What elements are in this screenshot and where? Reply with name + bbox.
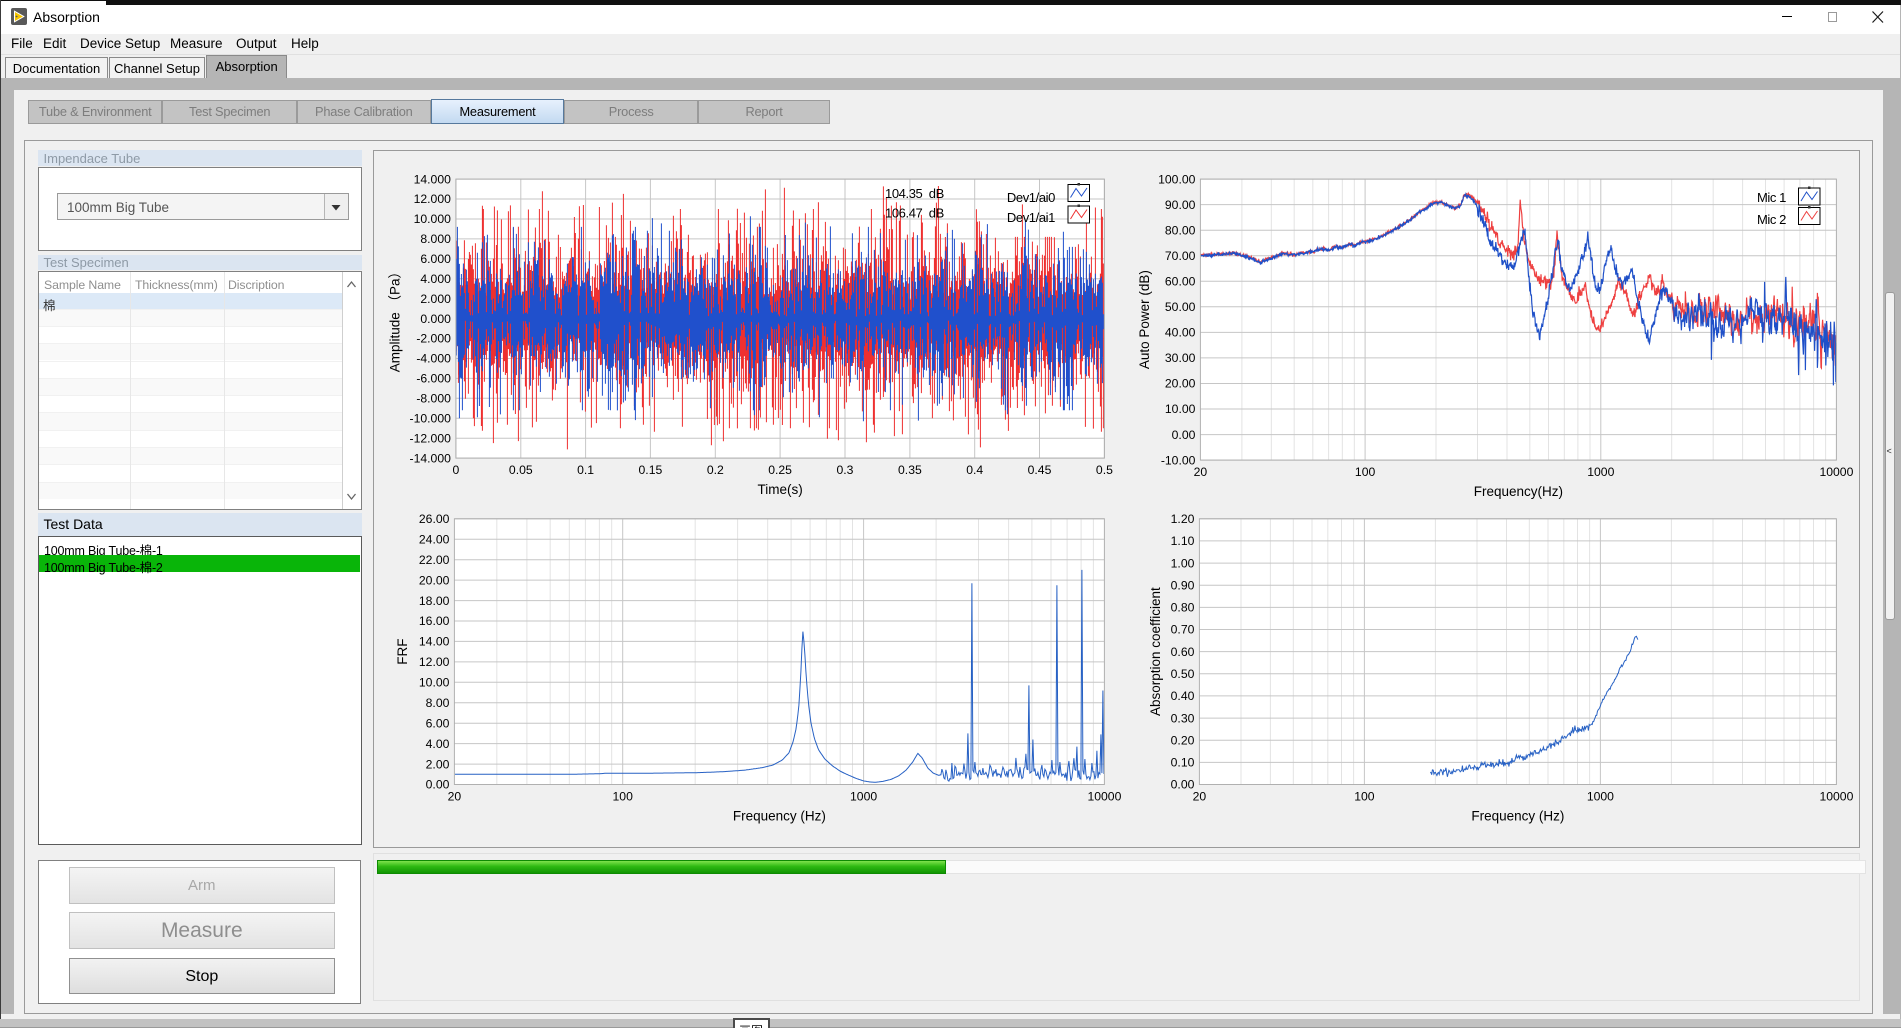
svg-text:0.10: 0.10 — [1170, 756, 1194, 770]
svg-text:20: 20 — [1192, 790, 1206, 804]
svg-text:100: 100 — [612, 790, 633, 804]
svg-text:Dev1/ai0: Dev1/ai0 — [1006, 190, 1054, 205]
svg-text:10.000: 10.000 — [413, 213, 450, 227]
svg-text:0.05: 0.05 — [509, 463, 533, 477]
svg-text:20.00: 20.00 — [1164, 377, 1195, 391]
svg-text:1.20: 1.20 — [1170, 512, 1194, 526]
svg-text:0.00: 0.00 — [425, 778, 449, 792]
svg-text:100.00: 100.00 — [1158, 173, 1195, 187]
svg-text:2.00: 2.00 — [425, 758, 449, 772]
svg-text:0.000: 0.000 — [420, 312, 451, 326]
svg-text:90.00: 90.00 — [1164, 198, 1195, 212]
svg-text:100: 100 — [1355, 465, 1376, 479]
svg-text:Dev1/ai1: Dev1/ai1 — [1006, 210, 1054, 225]
svg-text:80.00: 80.00 — [1164, 224, 1195, 238]
svg-text:0.70: 0.70 — [1170, 623, 1194, 637]
svg-text:0.00: 0.00 — [1170, 778, 1194, 792]
svg-text:60.00: 60.00 — [1164, 275, 1195, 289]
svg-text:70.00: 70.00 — [1164, 249, 1195, 263]
svg-text:1000: 1000 — [1587, 465, 1614, 479]
svg-text:0.80: 0.80 — [1170, 601, 1194, 615]
svg-text:12.000: 12.000 — [413, 193, 450, 207]
svg-text:0.30: 0.30 — [1170, 712, 1194, 726]
svg-text:4.00: 4.00 — [425, 737, 449, 751]
svg-text:1.10: 1.10 — [1170, 534, 1194, 548]
svg-text:6.00: 6.00 — [425, 717, 449, 731]
svg-text:16.00: 16.00 — [418, 615, 449, 629]
svg-text:26.00: 26.00 — [418, 512, 449, 526]
svg-text:20: 20 — [447, 790, 461, 804]
svg-text:100: 100 — [1354, 790, 1375, 804]
svg-text:2.000: 2.000 — [420, 292, 451, 306]
svg-text:1.00: 1.00 — [1170, 557, 1194, 571]
svg-text:0.2: 0.2 — [706, 463, 723, 477]
svg-text:Frequency (Hz): Frequency (Hz) — [732, 809, 825, 824]
svg-text:0.35: 0.35 — [898, 463, 922, 477]
svg-text:0.60: 0.60 — [1170, 645, 1194, 659]
svg-text:6.000: 6.000 — [420, 252, 451, 266]
svg-text:106.47 dB: 106.47 dB — [885, 206, 944, 221]
svg-text:0.5: 0.5 — [1096, 463, 1113, 477]
svg-text:10000: 10000 — [1819, 790, 1853, 804]
svg-text:-12.000: -12.000 — [409, 432, 451, 446]
svg-text:24.00: 24.00 — [418, 533, 449, 547]
svg-text:20.00: 20.00 — [418, 574, 449, 588]
svg-text:18.00: 18.00 — [418, 594, 449, 608]
svg-text:10000: 10000 — [1087, 790, 1121, 804]
svg-text:0.15: 0.15 — [638, 463, 662, 477]
svg-text:0.45: 0.45 — [1027, 463, 1051, 477]
svg-text:FRF: FRF — [395, 639, 410, 665]
svg-text:14.00: 14.00 — [418, 635, 449, 649]
svg-text:50.00: 50.00 — [1164, 300, 1195, 314]
svg-text:Auto Power (dB): Auto Power (dB) — [1137, 270, 1152, 369]
svg-text:10.00: 10.00 — [418, 676, 449, 690]
svg-text:4.000: 4.000 — [420, 272, 451, 286]
svg-text:0: 0 — [452, 463, 459, 477]
svg-text:10000: 10000 — [1819, 465, 1853, 479]
svg-text:1000: 1000 — [850, 790, 877, 804]
svg-text:Mic 2: Mic 2 — [1757, 212, 1786, 227]
svg-text:0.25: 0.25 — [768, 463, 792, 477]
svg-text:1000: 1000 — [1586, 790, 1613, 804]
svg-text:-10.00: -10.00 — [1160, 454, 1195, 468]
svg-text:0.90: 0.90 — [1170, 579, 1194, 593]
svg-text:Frequency (Hz): Frequency (Hz) — [1471, 809, 1564, 824]
svg-text:Frequency(Hz): Frequency(Hz) — [1473, 484, 1562, 499]
svg-text:-8.000: -8.000 — [416, 392, 451, 406]
svg-text:30.00: 30.00 — [1164, 351, 1195, 365]
svg-text:Absorption coefficient: Absorption coefficient — [1148, 587, 1163, 716]
svg-text:8.00: 8.00 — [425, 696, 449, 710]
svg-text:0.1: 0.1 — [577, 463, 594, 477]
svg-text:14.000: 14.000 — [413, 173, 450, 187]
svg-text:0.3: 0.3 — [836, 463, 853, 477]
svg-text:0.00: 0.00 — [1171, 428, 1195, 442]
svg-text:Mic 1: Mic 1 — [1757, 190, 1786, 205]
svg-text:22.00: 22.00 — [418, 553, 449, 567]
svg-text:40.00: 40.00 — [1164, 326, 1195, 340]
svg-text:-10.000: -10.000 — [409, 412, 451, 426]
svg-text:8.000: 8.000 — [420, 232, 451, 246]
svg-text:-2.000: -2.000 — [416, 332, 451, 346]
svg-text:0.40: 0.40 — [1170, 689, 1194, 703]
svg-text:10.00: 10.00 — [1164, 403, 1195, 417]
svg-text:Time(s): Time(s) — [757, 482, 802, 497]
svg-text:0.4: 0.4 — [966, 463, 983, 477]
svg-text:0.50: 0.50 — [1170, 667, 1194, 681]
svg-text:Amplitude （Pa）: Amplitude （Pa） — [387, 265, 402, 372]
svg-text:0.20: 0.20 — [1170, 734, 1194, 748]
svg-text:20: 20 — [1193, 465, 1207, 479]
svg-text:-14.000: -14.000 — [409, 452, 451, 466]
svg-text:-4.000: -4.000 — [416, 352, 451, 366]
svg-text:-6.000: -6.000 — [416, 372, 451, 386]
svg-text:104.35 dB: 104.35 dB — [885, 186, 944, 201]
svg-text:12.00: 12.00 — [418, 655, 449, 669]
